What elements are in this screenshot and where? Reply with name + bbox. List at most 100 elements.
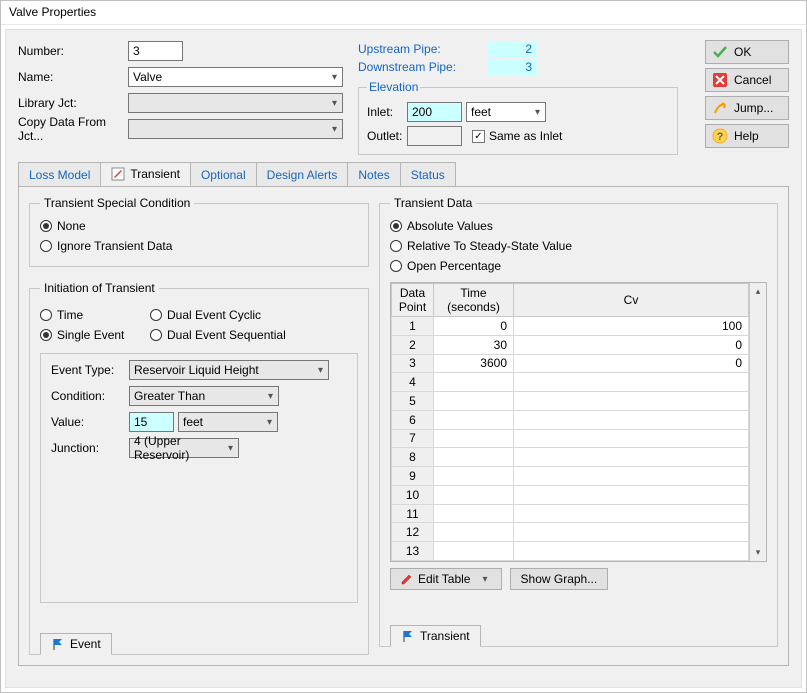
tab-optional[interactable]: Optional (190, 162, 257, 186)
edit-icon (111, 167, 125, 181)
ok-label: OK (734, 45, 751, 59)
flag-icon (51, 637, 65, 651)
table-row[interactable]: 4 (392, 373, 749, 392)
svg-text:?: ? (717, 131, 724, 143)
help-label: Help (734, 129, 759, 143)
transient-data-legend: Transient Data (390, 196, 476, 210)
transient-pane: Transient Special Condition None Ignore … (18, 186, 789, 666)
radio-open-percentage[interactable]: Open Percentage (390, 256, 767, 276)
inlet-unit: feet (471, 105, 491, 119)
tab-loss-model[interactable]: Loss Model (18, 162, 101, 186)
tab-transient[interactable]: Transient (100, 162, 191, 186)
value-input[interactable] (129, 412, 174, 432)
transient-table[interactable]: Data Point Time (seconds) Cv 10100230033… (391, 283, 749, 561)
radio-absolute-values[interactable]: Absolute Values (390, 216, 767, 236)
upstream-pipe-value: 2 (488, 41, 538, 57)
name-label: Name: (18, 70, 128, 84)
library-jct-label: Library Jct: (18, 96, 128, 110)
help-button[interactable]: ? Help (705, 124, 789, 148)
same-as-inlet-label: Same as Inlet (489, 129, 562, 143)
radio-none[interactable]: None (40, 216, 358, 236)
scroll-down-icon[interactable]: ▾ (750, 544, 766, 561)
same-as-inlet-checkbox[interactable]: ✓ (472, 130, 485, 143)
edit-table-button[interactable]: Edit Table ▾ (390, 568, 502, 590)
col-data-point[interactable]: Data Point (392, 284, 434, 317)
copy-data-label: Copy Data From Jct... (18, 115, 128, 143)
number-input[interactable] (128, 41, 183, 61)
scroll-up-icon[interactable]: ▴ (750, 283, 766, 300)
tab-status[interactable]: Status (400, 162, 456, 186)
pane-left: Transient Special Condition None Ignore … (29, 196, 369, 655)
upstream-pipe-row: Upstream Pipe: 2 (358, 40, 678, 58)
show-graph-button[interactable]: Show Graph... (510, 568, 609, 590)
jump-label: Jump... (734, 101, 773, 115)
condition-combo[interactable]: Greater Than▾ (129, 386, 279, 406)
elevation-group: Elevation Inlet: feet ▾ Outlet: ✓ (358, 80, 678, 155)
col-time[interactable]: Time (seconds) (434, 284, 514, 317)
content-area: Number: Name: Valve ▾ Library Jct: ▾ (5, 29, 802, 688)
downstream-pipe-row: Downstream Pipe: 3 (358, 58, 678, 76)
transient-inner-tab[interactable]: Transient (390, 625, 481, 647)
name-value: Valve (133, 70, 162, 84)
inlet-input[interactable] (407, 102, 462, 122)
pipe-elev-group: Upstream Pipe: 2 Downstream Pipe: 3 Elev… (358, 40, 678, 155)
condition-label: Condition: (51, 389, 129, 403)
copy-data-combo[interactable]: ▾ (128, 119, 343, 139)
outlet-input (407, 126, 462, 146)
col-cv[interactable]: Cv (514, 284, 749, 317)
tab-notes[interactable]: Notes (347, 162, 400, 186)
tab-design-alerts[interactable]: Design Alerts (256, 162, 349, 186)
jump-button[interactable]: Jump... (705, 96, 789, 120)
top-row: Number: Name: Valve ▾ Library Jct: ▾ (6, 30, 801, 161)
table-row[interactable]: 13 (392, 542, 749, 561)
chevron-down-icon: ▾ (329, 98, 340, 109)
chevron-down-icon: ▾ (315, 365, 326, 376)
table-row[interactable]: 336000 (392, 354, 749, 373)
name-combo[interactable]: Valve ▾ (128, 67, 343, 87)
event-type-label: Event Type: (51, 363, 129, 377)
radio-ignore-transient[interactable]: Ignore Transient Data (40, 236, 358, 256)
table-row[interactable]: 10100 (392, 317, 749, 336)
radio-time[interactable]: Time (40, 305, 150, 325)
cancel-button[interactable]: Cancel (705, 68, 789, 92)
help-icon: ? (712, 128, 728, 144)
jump-icon (712, 100, 728, 116)
table-row[interactable]: 11 (392, 504, 749, 523)
junction-combo[interactable]: 4 (Upper Reservoir)▾ (129, 438, 239, 458)
value-unit-combo[interactable]: feet▾ (178, 412, 278, 432)
table-row[interactable]: 6 (392, 410, 749, 429)
table-scrollbar[interactable]: ▴ ▾ (749, 283, 766, 561)
event-settings-group: Event Type: Reservoir Liquid Height▾ Con… (40, 353, 358, 603)
table-row[interactable]: 2300 (392, 335, 749, 354)
table-row[interactable]: 9 (392, 467, 749, 486)
titlebar: Valve Properties (1, 1, 806, 25)
initiation-group: Initiation of Transient Time Dual Event … (29, 281, 369, 655)
valve-properties-window: Valve Properties Number: Name: Valve ▾ L… (0, 0, 807, 693)
table-row[interactable]: 10 (392, 485, 749, 504)
table-row[interactable]: 8 (392, 448, 749, 467)
table-row[interactable]: 5 (392, 392, 749, 411)
radio-single-event[interactable]: Single Event (40, 325, 150, 345)
table-row[interactable]: 12 (392, 523, 749, 542)
radio-relative-steady[interactable]: Relative To Steady-State Value (390, 236, 767, 256)
table-row[interactable]: 7 (392, 429, 749, 448)
inlet-unit-combo[interactable]: feet ▾ (466, 102, 546, 122)
value-label: Value: (51, 415, 129, 429)
upstream-pipe-label: Upstream Pipe: (358, 42, 488, 56)
event-type-combo[interactable]: Reservoir Liquid Height▾ (129, 360, 329, 380)
radio-dual-sequential[interactable]: Dual Event Sequential (150, 325, 358, 345)
pane-right: Transient Data Absolute Values Relative … (379, 196, 778, 655)
cancel-label: Cancel (734, 73, 771, 87)
library-jct-combo[interactable]: ▾ (128, 93, 343, 113)
special-condition-group: Transient Special Condition None Ignore … (29, 196, 369, 267)
dialog-buttons: OK Cancel Jump... ? (678, 40, 789, 155)
inlet-label: Inlet: (367, 105, 407, 119)
event-inner-tab[interactable]: Event (40, 633, 112, 655)
outlet-label: Outlet: (367, 129, 407, 143)
flag-icon (401, 629, 415, 643)
radio-dual-cyclic[interactable]: Dual Event Cyclic (150, 305, 358, 325)
chevron-down-icon: ▾ (264, 417, 275, 428)
chevron-down-icon: ▾ (329, 72, 340, 83)
ok-button[interactable]: OK (705, 40, 789, 64)
chevron-down-icon: ▾ (532, 107, 543, 118)
